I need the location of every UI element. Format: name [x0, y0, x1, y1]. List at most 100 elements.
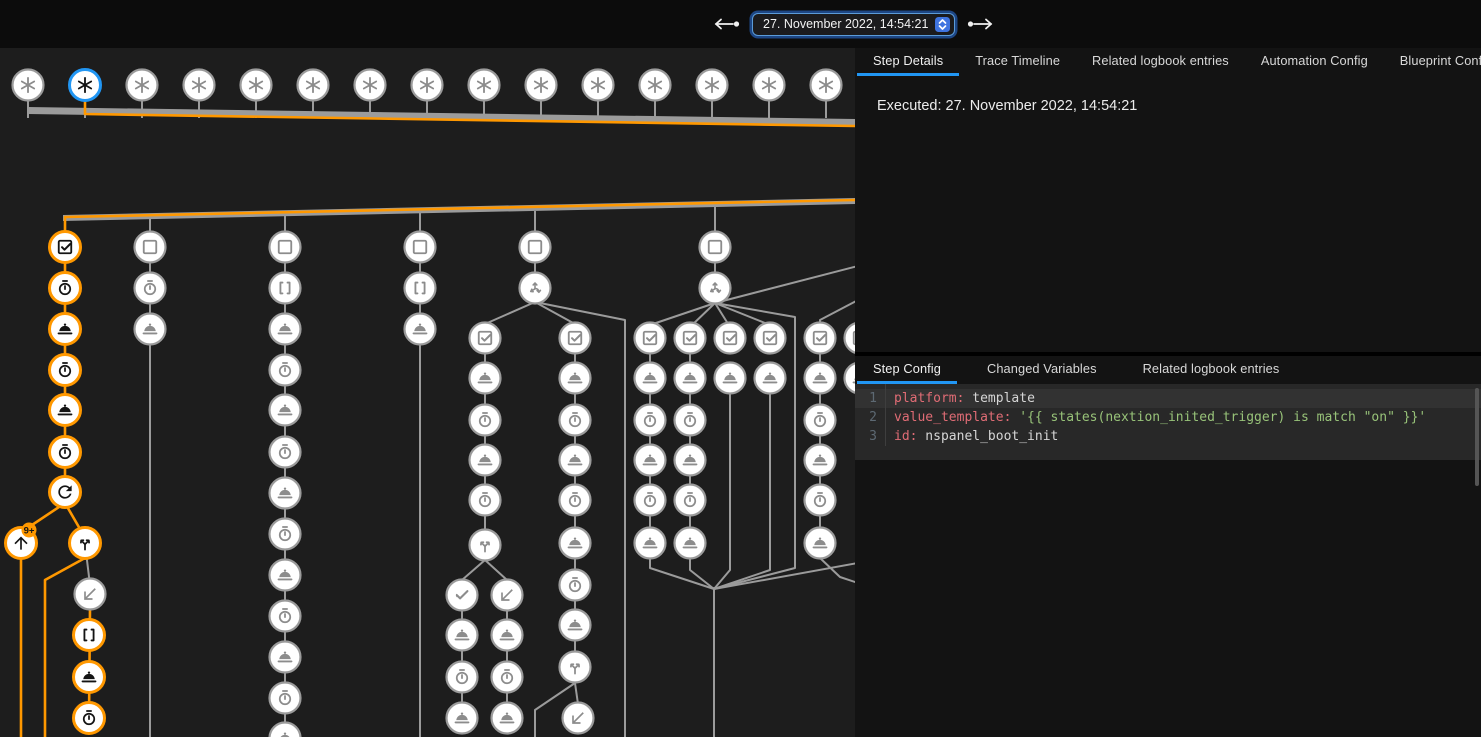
node-condition[interactable] [560, 323, 591, 354]
node-timer[interactable] [74, 703, 105, 734]
node-service[interactable] [492, 703, 523, 734]
node-asterisk[interactable] [184, 70, 215, 101]
node-timer[interactable] [135, 273, 166, 304]
tab-related-logbook-entries[interactable]: Related logbook entries [1076, 48, 1245, 76]
node-service[interactable] [675, 363, 706, 394]
tab-step-config[interactable]: Step Config [857, 356, 957, 384]
node-condition[interactable] [50, 232, 81, 263]
node-timer[interactable] [50, 355, 81, 386]
node-repeat[interactable] [50, 477, 81, 508]
node-timer[interactable] [805, 405, 836, 436]
node-timer[interactable] [560, 485, 591, 516]
node-service[interactable] [135, 314, 166, 345]
node-asterisk[interactable] [13, 70, 44, 101]
node-timer[interactable] [270, 355, 301, 386]
node-timer[interactable] [675, 485, 706, 516]
node-service[interactable] [635, 363, 666, 394]
node-asterisk[interactable] [412, 70, 443, 101]
node-timer[interactable] [270, 601, 301, 632]
node-service[interactable] [675, 528, 706, 559]
tab-trace-timeline[interactable]: Trace Timeline [959, 48, 1076, 76]
node-asterisk[interactable] [640, 70, 671, 101]
node-timer[interactable] [560, 405, 591, 436]
node-timer[interactable] [270, 437, 301, 468]
node-timer[interactable] [470, 405, 501, 436]
node-service[interactable] [270, 478, 301, 509]
node-asterisk[interactable] [583, 70, 614, 101]
tab-step-details[interactable]: Step Details [857, 48, 959, 76]
node-condition[interactable] [715, 323, 746, 354]
node-service[interactable] [470, 363, 501, 394]
node-condition-blank[interactable] [270, 232, 301, 263]
node-service[interactable] [635, 528, 666, 559]
node-timer[interactable] [560, 570, 591, 601]
node-split[interactable] [470, 530, 501, 561]
node-service[interactable] [74, 662, 105, 693]
node-timer[interactable] [270, 519, 301, 550]
node-service[interactable] [270, 642, 301, 673]
node-brackets[interactable] [74, 620, 105, 651]
node-condition-blank[interactable] [520, 232, 551, 263]
editor-scrollbar[interactable] [1475, 388, 1479, 486]
node-condition[interactable] [470, 323, 501, 354]
node-timer[interactable] [675, 405, 706, 436]
node-service[interactable] [805, 363, 836, 394]
node-service[interactable] [270, 314, 301, 345]
node-timer[interactable] [50, 273, 81, 304]
node-service[interactable] [560, 528, 591, 559]
node-service[interactable] [560, 445, 591, 476]
node-timer[interactable] [635, 405, 666, 436]
node-service[interactable] [270, 395, 301, 426]
node-service[interactable] [560, 610, 591, 641]
node-asterisk[interactable] [127, 70, 158, 101]
node-service[interactable] [405, 314, 436, 345]
node-service[interactable] [270, 723, 301, 737]
node-enter-bl[interactable] [563, 703, 594, 734]
node-asterisk[interactable] [754, 70, 785, 101]
node-timer[interactable] [492, 662, 523, 693]
node-timer[interactable] [50, 437, 81, 468]
tab-blueprint-config[interactable]: Blueprint Config [1384, 48, 1481, 76]
node-service[interactable] [755, 363, 786, 394]
node-asterisk[interactable] [697, 70, 728, 101]
node-service[interactable] [635, 445, 666, 476]
node-service[interactable] [560, 363, 591, 394]
node-timer[interactable] [470, 485, 501, 516]
node-condition-blank[interactable] [405, 232, 436, 263]
node-timer[interactable] [805, 485, 836, 516]
node-service[interactable] [50, 395, 81, 426]
tab-changed-variables[interactable]: Changed Variables [971, 356, 1113, 384]
node-condition-blank[interactable] [700, 232, 731, 263]
node-service[interactable] [50, 314, 81, 345]
node-condition[interactable] [635, 323, 666, 354]
node-asterisk[interactable] [241, 70, 272, 101]
node-enter-bl[interactable] [492, 580, 523, 611]
tab-related-logbook-entries-bottom[interactable]: Related logbook entries [1127, 356, 1296, 384]
node-service[interactable] [470, 445, 501, 476]
node-brackets[interactable] [405, 273, 436, 304]
node-service[interactable] [845, 363, 856, 394]
node-condition-blank[interactable] [135, 232, 166, 263]
yaml-editor[interactable]: 1 platform: template 2 value_template: '… [855, 384, 1481, 460]
node-choose[interactable] [520, 273, 551, 304]
node-enter-check[interactable] [447, 580, 478, 611]
node-condition[interactable] [675, 323, 706, 354]
node-service[interactable] [715, 363, 746, 394]
node-brackets[interactable] [270, 273, 301, 304]
node-timer[interactable] [270, 683, 301, 714]
node-asterisk[interactable] [526, 70, 557, 101]
node-choose[interactable] [700, 273, 731, 304]
node-asterisk[interactable] [811, 70, 842, 101]
node-service[interactable] [270, 560, 301, 591]
node-service[interactable] [805, 445, 836, 476]
node-asterisk[interactable] [70, 70, 101, 101]
node-asterisk[interactable] [298, 70, 329, 101]
node-service[interactable] [447, 703, 478, 734]
tab-automation-config[interactable]: Automation Config [1245, 48, 1384, 76]
node-service[interactable] [447, 620, 478, 651]
node-service[interactable] [805, 528, 836, 559]
next-run-arrow-icon[interactable] [966, 17, 994, 31]
node-asterisk[interactable] [469, 70, 500, 101]
node-timer[interactable] [447, 662, 478, 693]
node-stop-up[interactable]: 9+ [6, 523, 37, 559]
